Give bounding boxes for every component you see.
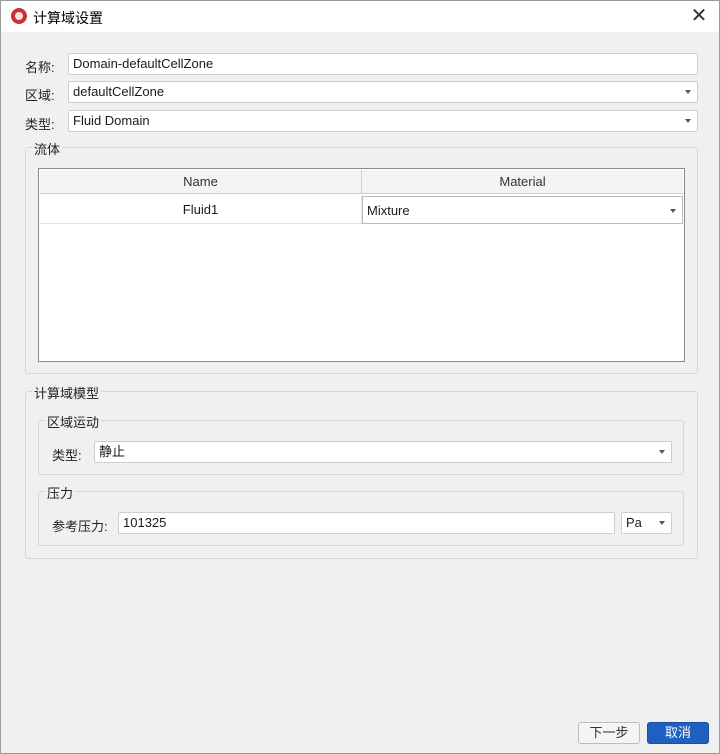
column-header-name[interactable]: Name bbox=[40, 170, 362, 194]
name-input[interactable]: Domain-defaultCellZone bbox=[68, 53, 698, 75]
column-header-material[interactable]: Material bbox=[362, 170, 683, 194]
zone-motion-group-title: 区域运动 bbox=[45, 412, 102, 431]
chevron-down-icon bbox=[670, 209, 676, 213]
close-button[interactable]: ✕ bbox=[687, 4, 711, 28]
region-label: 区域: bbox=[25, 88, 55, 103]
chevron-down-icon bbox=[659, 521, 665, 525]
window-title: 计算域设置 bbox=[33, 10, 103, 26]
reference-pressure-input[interactable]: 101325 bbox=[118, 512, 615, 534]
material-select-value: Mixture bbox=[367, 203, 410, 218]
type-select-value: Fluid Domain bbox=[73, 113, 150, 128]
fluid-group-title: 流体 bbox=[32, 139, 63, 158]
settings-dialog: 计算域设置 ✕ 名称: Domain-defaultCellZone 区域: d… bbox=[0, 0, 720, 754]
region-select-value: defaultCellZone bbox=[73, 84, 165, 99]
material-select[interactable]: Mixture bbox=[362, 196, 683, 224]
pressure-unit-value: Pa bbox=[626, 515, 642, 530]
motion-type-label: 类型: bbox=[52, 448, 82, 463]
type-select[interactable]: Fluid Domain bbox=[68, 110, 698, 132]
reference-pressure-label: 参考压力: bbox=[52, 519, 108, 534]
chevron-down-icon bbox=[685, 90, 691, 94]
cancel-button[interactable]: 取消 bbox=[647, 722, 709, 744]
chevron-down-icon bbox=[659, 450, 665, 454]
next-step-button[interactable]: 下一步 bbox=[578, 722, 640, 744]
motion-type-select[interactable]: 静止 bbox=[94, 441, 672, 463]
name-label: 名称: bbox=[25, 60, 55, 75]
region-select[interactable]: defaultCellZone bbox=[68, 81, 698, 103]
title-bar: 计算域设置 ✕ bbox=[1, 1, 719, 32]
fluid-name-cell[interactable]: Fluid1 bbox=[40, 196, 362, 224]
pressure-unit-select[interactable]: Pa bbox=[621, 512, 672, 534]
type-label: 类型: bbox=[25, 117, 55, 132]
domain-model-group-title: 计算域模型 bbox=[32, 383, 102, 402]
motion-type-value: 静止 bbox=[99, 444, 126, 459]
pressure-group-title: 压力 bbox=[45, 483, 76, 502]
fluid-table: Name Material Fluid1 Mixture bbox=[38, 168, 685, 362]
app-logo-icon bbox=[11, 8, 27, 24]
close-icon: ✕ bbox=[690, 5, 708, 27]
chevron-down-icon bbox=[685, 119, 691, 123]
